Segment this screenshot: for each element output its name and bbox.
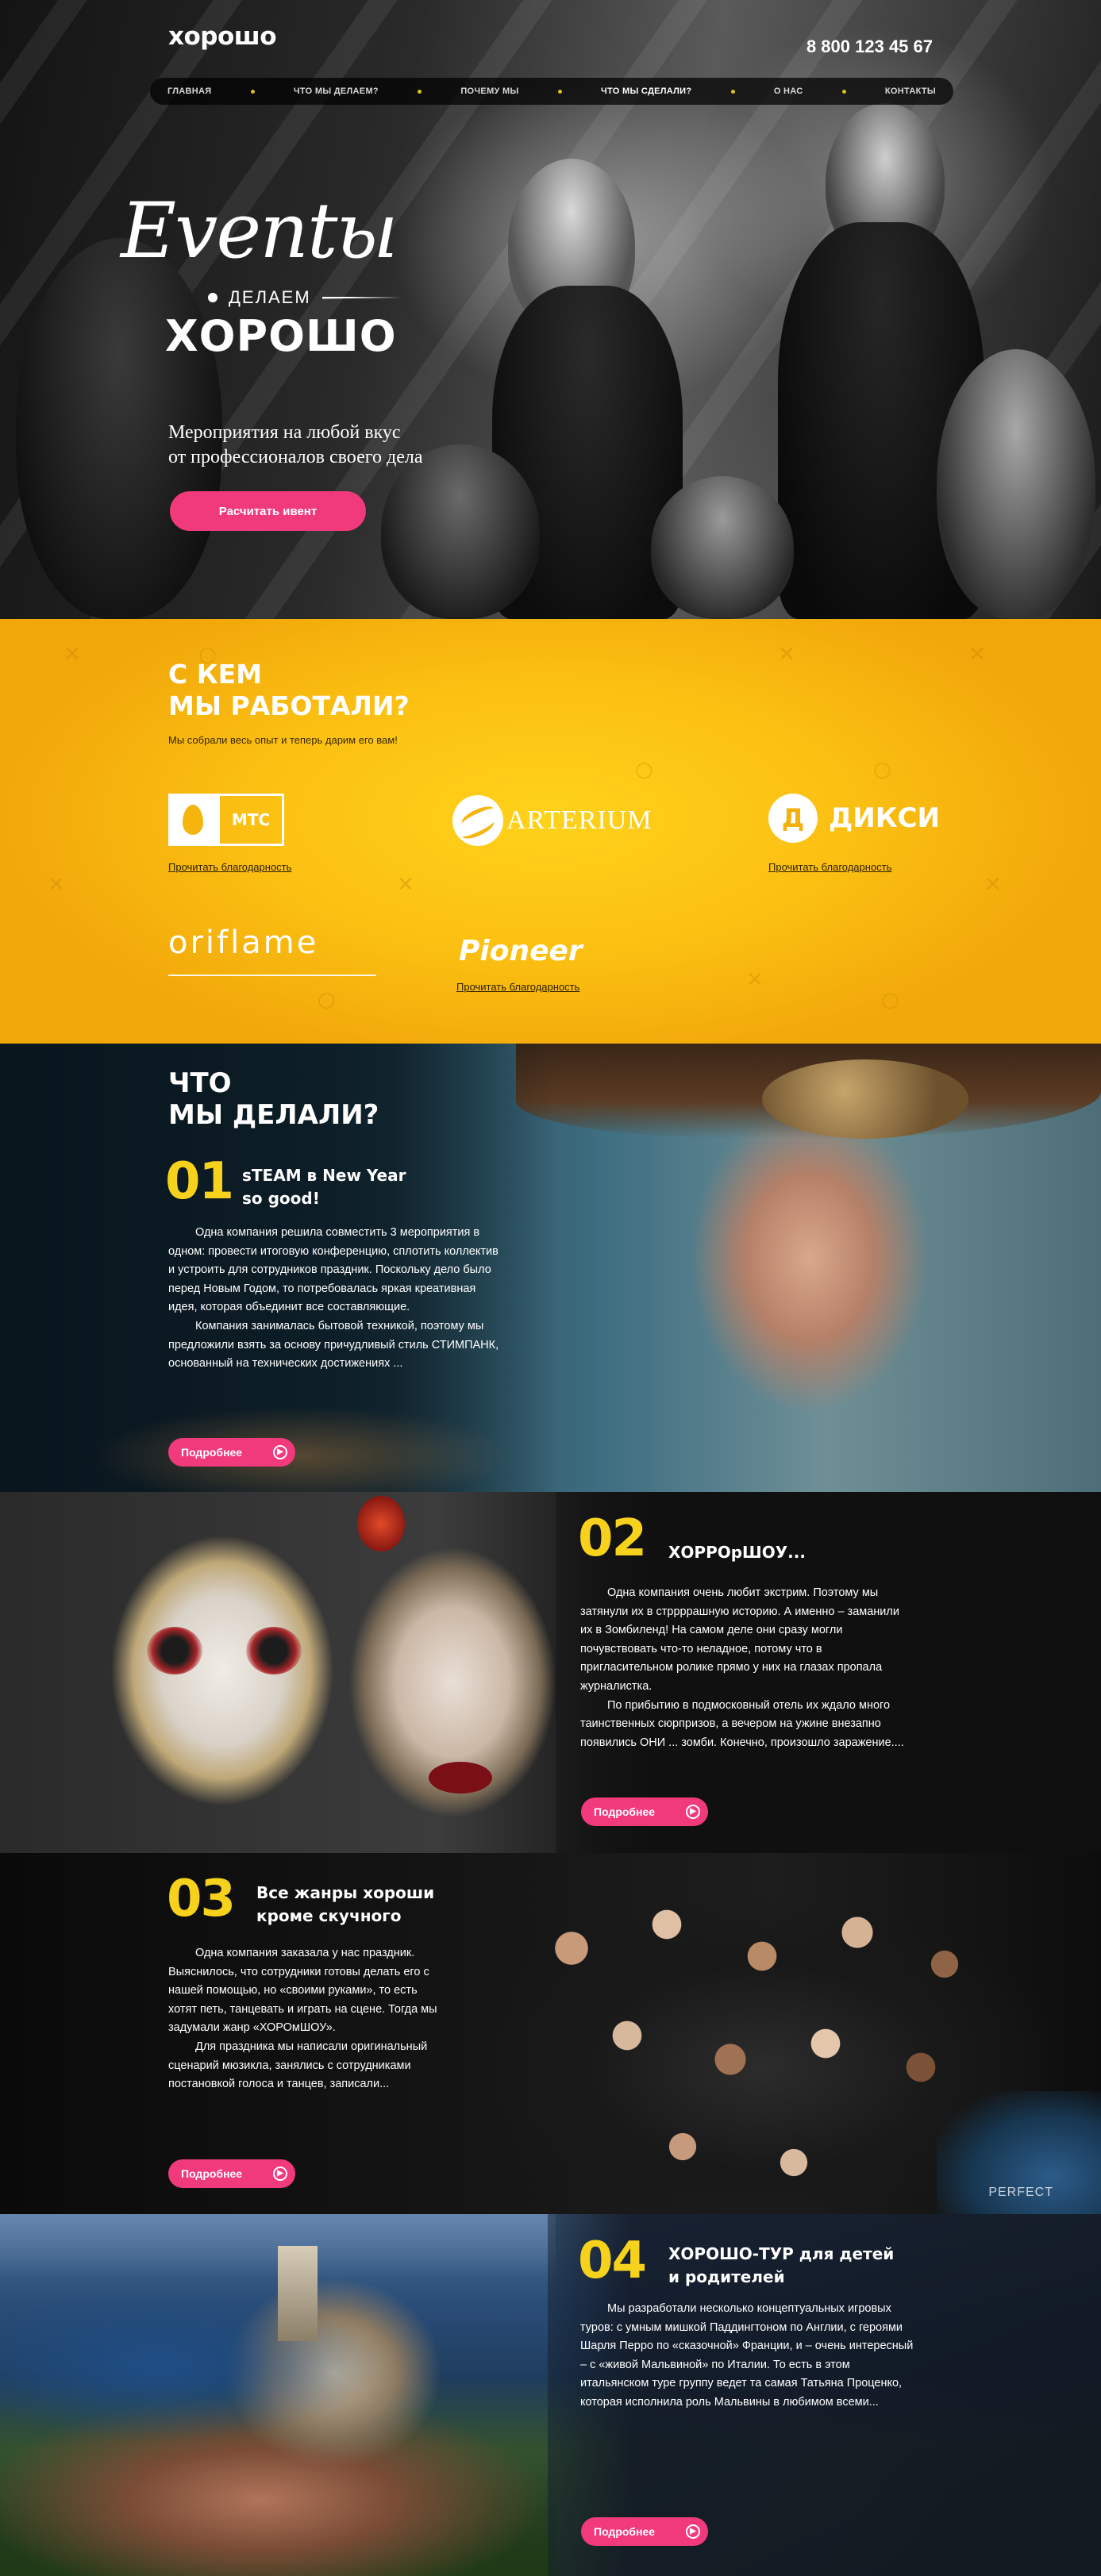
case-01-description: Одна компания решила совместить 3 меропр… (168, 1226, 499, 1371)
case-04-section (0, 2214, 1101, 2576)
case-01-section (0, 1044, 1101, 1492)
arrow-right-icon: ▶ (686, 1805, 700, 1819)
case-01-more-button[interactable]: Подробнее ▶ (168, 1438, 295, 1467)
castle-tower-image (278, 2246, 318, 2341)
pattern-circle-icon: ○ (881, 988, 899, 1012)
clients-title-line-1: С КЕМ (168, 659, 263, 690)
phone-number[interactable]: 8 800 123 45 67 (807, 37, 933, 57)
hero-script-title: Eventы (121, 186, 398, 275)
case-02-photo (95, 1512, 357, 1853)
pattern-cross-icon: ✕ (48, 873, 65, 897)
hero-title: ХОРОШО (165, 311, 397, 361)
nav-separator (841, 89, 846, 94)
pattern-circle-icon: ○ (873, 758, 891, 782)
dixi-logo-text: ДИКСИ (829, 802, 940, 834)
case-04-more-button[interactable]: Подробнее ▶ (581, 2517, 708, 2546)
case-02-number: 02 (578, 1509, 647, 1568)
case-02-section (0, 1492, 1101, 1853)
pattern-cross-icon: ✕ (778, 643, 795, 667)
pattern-cross-icon: ✕ (968, 643, 986, 667)
goggles-image (762, 1059, 968, 1139)
arterium-logo: ARTERIUM (452, 795, 653, 846)
pattern-cross-icon: ✕ (64, 643, 81, 667)
oriflame-underline (168, 975, 376, 976)
cases-title-line-1: ЧТО (168, 1067, 232, 1099)
case-04-title: ХОРОШО-ТУР для детей и родителей (668, 2244, 895, 2286)
case-01-title: sTEAM в New Year so good! (242, 1166, 406, 1208)
pattern-cross-icon: ✕ (984, 873, 1002, 897)
case-03-description: Одна компания заказала у нас праздник. В… (168, 1947, 437, 2091)
site-logo[interactable]: хорошо (168, 22, 277, 51)
pattern-cross-icon: ✕ (746, 968, 764, 992)
case-02-title: ХОРРОрШОУ... (668, 1543, 806, 1562)
hero-tagline-line-2: от профессионалов своего дела (168, 447, 423, 467)
case-04-number: 04 (578, 2232, 647, 2290)
arterium-logo-text: ARTERIUM (506, 805, 653, 835)
dixi-letter-icon: Д (768, 794, 818, 843)
mts-thanks-link[interactable]: Прочитать благодарность (168, 861, 291, 873)
flower-image (357, 1496, 405, 1551)
mts-logo-text: МТС (218, 794, 284, 846)
pattern-circle-icon: ○ (635, 758, 653, 782)
pioneer-logo: Pioneer (459, 935, 583, 967)
arrow-right-icon: ▶ (273, 1445, 287, 1459)
hero-subtitle-text: ДЕЛАЕМ (229, 287, 311, 307)
dixi-logo: Д ДИКСИ (768, 794, 940, 843)
nav-separator (557, 89, 562, 94)
nav-item-what-we-did[interactable]: ЧТО МЫ СДЕЛАЛИ? (601, 87, 691, 96)
nav-item-about[interactable]: О НАС (774, 87, 803, 96)
hero-section: хорошо 8 800 123 45 67 ГЛАВНАЯ ЧТО МЫ ДЕ… (0, 0, 1101, 619)
case-02-description: Одна компания очень любит экстрим. Поэто… (580, 1586, 904, 1749)
nav-separator (418, 89, 422, 94)
cases-title-line-2: МЫ ДЕЛАЛИ? (168, 1099, 379, 1131)
clients-title: С КЕМ МЫ РАБОТАЛИ? (168, 659, 410, 722)
case-03-title: Все жанры хороши кроме скучного (256, 1883, 435, 1925)
case-02-more-button[interactable]: Подробнее ▶ (581, 1797, 708, 1826)
nav-item-why-us[interactable]: ПОЧЕМУ МЫ (460, 87, 518, 96)
clients-title-line-2: МЫ РАБОТАЛИ? (168, 690, 410, 721)
pattern-circle-icon: ○ (318, 988, 336, 1012)
nav-separator (730, 89, 735, 94)
cases-section-title: ЧТО МЫ ДЕЛАЛИ? (168, 1067, 379, 1131)
arrow-right-icon: ▶ (686, 2524, 700, 2539)
pioneer-thanks-link[interactable]: Прочитать благодарность (456, 981, 579, 993)
perfect-watermark: PERFECT (988, 2186, 1053, 2199)
case-03-more-button[interactable]: Подробнее ▶ (168, 2159, 295, 2188)
clients-subtitle: Мы собрали весь опыт и теперь дарим его … (168, 734, 398, 746)
dixi-thanks-link[interactable]: Прочитать благодарность (768, 861, 891, 873)
bullet-icon (208, 293, 218, 302)
arrow-right-icon: ▶ (273, 2167, 287, 2181)
case-04-description: Мы разработали несколько концептуальных … (580, 2302, 914, 2409)
calculate-event-button[interactable]: Расчитать ивент (170, 491, 366, 531)
swash-decoration (321, 296, 402, 299)
oriflame-logo: oriflame (168, 925, 319, 961)
hero-subtitle: ДЕЛАЕМ (208, 287, 402, 308)
mts-logo: МТС (168, 794, 284, 846)
arterium-emblem-icon (452, 795, 503, 846)
nav-item-home[interactable]: ГЛАВНАЯ (167, 87, 211, 96)
case-01-number: 01 (165, 1152, 234, 1211)
nav-item-contacts[interactable]: КОНТАКТЫ (885, 87, 936, 96)
main-nav: ГЛАВНАЯ ЧТО МЫ ДЕЛАЕМ? ПОЧЕМУ МЫ ЧТО МЫ … (150, 78, 953, 105)
hero-tagline-line-1: Мероприятия на любой вкус (168, 422, 401, 443)
pattern-cross-icon: ✕ (397, 873, 414, 897)
mts-egg-icon (183, 805, 203, 835)
case-03-number: 03 (167, 1870, 236, 1928)
case-03-section: PERFECT (0, 1853, 1101, 2214)
nav-separator (250, 89, 255, 94)
hero-tagline: Мероприятия на любой вкус от профессиона… (168, 421, 502, 470)
nav-item-what-we-do[interactable]: ЧТО МЫ ДЕЛАЕМ? (294, 87, 379, 96)
